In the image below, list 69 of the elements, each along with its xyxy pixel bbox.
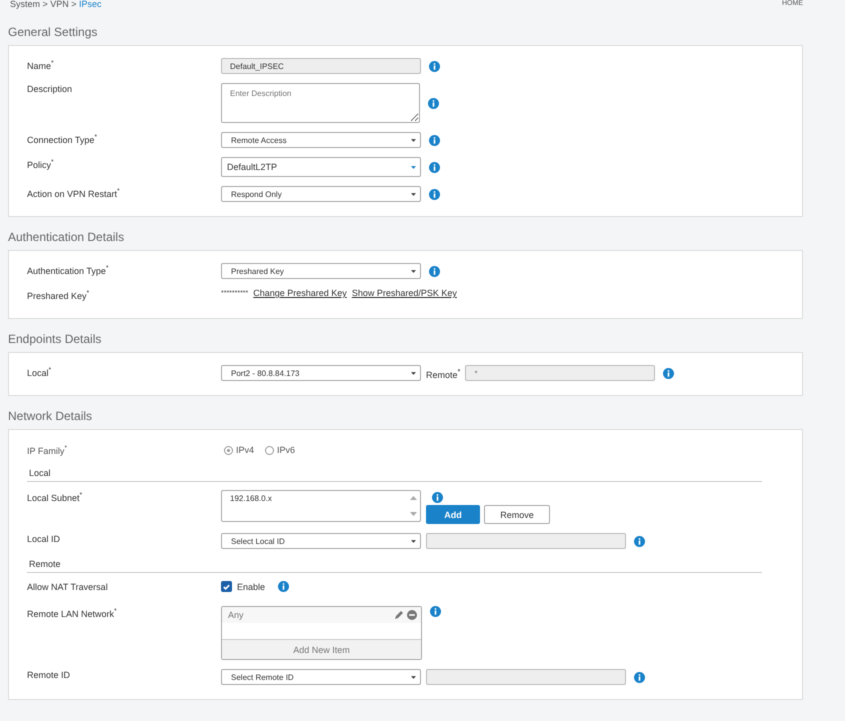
field-label: Remote LAN Network$^{*}$ (27, 607, 118, 620)
dropdown[interactable]: Select Local ID (221, 533, 421, 549)
key-link[interactable]: Show Preshared/PSK Key (352, 288, 457, 298)
section-title: General Settings (7, 24, 98, 41)
radio-option[interactable]: IPv6 (265, 445, 296, 455)
info-icon[interactable] (432, 492, 443, 503)
caret-icon (411, 372, 416, 374)
dropdown[interactable]: Port2 - 80.8.84.173 (221, 365, 421, 381)
caret-icon (411, 270, 416, 272)
key-link[interactable]: Change Preshared Key (253, 288, 347, 298)
info-icon[interactable] (634, 536, 645, 546)
info-icon[interactable] (429, 60, 440, 72)
caret-icon (411, 540, 416, 542)
field-label: IP Family$^{*}$ (27, 444, 68, 457)
subnet-listbox[interactable]: 192.168.0.x (221, 490, 421, 522)
info-icon[interactable] (663, 368, 674, 378)
field-label: Name$^{*}$ (27, 59, 55, 72)
section-title: Endpoints Details (7, 331, 102, 348)
caret-icon (411, 138, 416, 142)
info-icon[interactable] (429, 162, 440, 172)
field-label: Policy$^{*}$ (27, 158, 55, 171)
pencil-icon[interactable] (394, 610, 404, 620)
breadcrumb-path: System > VPN > (10, 0, 78, 9)
info-icon[interactable] (428, 98, 439, 108)
add-button[interactable]: Add (426, 505, 480, 524)
scroll-up-icon[interactable] (410, 496, 417, 500)
caret-icon (411, 192, 416, 196)
remove-button[interactable]: Remove (484, 505, 550, 524)
subheading: Local (27, 467, 762, 482)
id-field[interactable] (426, 669, 626, 685)
info-icon[interactable] (430, 606, 441, 617)
info-icon[interactable] (634, 672, 645, 682)
dropdown[interactable]: Respond Only (221, 186, 421, 202)
info-icon[interactable] (429, 134, 440, 146)
field-label: Remote ID (27, 669, 72, 681)
remove-icon[interactable] (407, 610, 417, 620)
field-label: Description (27, 83, 74, 95)
breadcrumb-link[interactable]: IPsec (79, 0, 102, 9)
list-item[interactable]: 192.168.0.x (230, 494, 399, 503)
field-label: Local Subnet$^{*}$ (27, 491, 84, 504)
section-title: Authentication Details (7, 229, 126, 246)
name-field[interactable]: Default_IPSEC (221, 58, 421, 74)
dropdown[interactable]: DefaultL2TP (221, 157, 421, 177)
subheading: Remote (27, 558, 762, 573)
caret-icon (411, 166, 416, 168)
field-label: Remote$^{*}$ (426, 366, 460, 380)
field-label: Allow NAT Traversal (27, 581, 109, 593)
field-label: Preshared Key$^{*}$ (27, 289, 90, 302)
field-label: Connection Type$^{*}$ (27, 133, 98, 146)
field-label: Local ID (27, 533, 62, 545)
enable-checkbox[interactable]: Enable (221, 581, 266, 592)
field-label: Local$^{*}$ (27, 366, 52, 379)
description-field[interactable]: Enter Description (221, 83, 420, 123)
add-new-item-button[interactable]: Add New Item (222, 639, 421, 659)
caret-icon (411, 676, 416, 678)
field-label: Authentication Type$^{*}$ (27, 264, 110, 277)
field-label: Action on VPN Restart$^{*}$ (27, 187, 121, 200)
info-icon[interactable] (429, 266, 440, 276)
info-icon[interactable] (278, 581, 290, 592)
info-icon[interactable] (429, 188, 440, 200)
dropdown[interactable]: Remote Access (221, 132, 421, 148)
dropdown[interactable]: Select Remote ID (221, 669, 421, 685)
section-title: Network Details (7, 408, 94, 425)
checkmark-icon (222, 582, 231, 592)
remote-field[interactable]: * (465, 365, 656, 381)
radio-option[interactable]: IPv4 (224, 445, 254, 455)
scroll-down-icon[interactable] (410, 512, 417, 516)
id-field[interactable] (426, 533, 626, 549)
dropdown[interactable]: Preshared Key (221, 263, 421, 279)
